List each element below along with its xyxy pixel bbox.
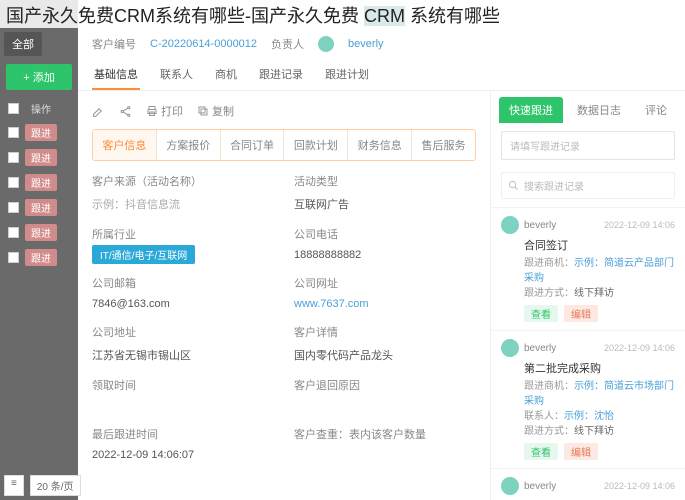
field-address: 公司地址江苏省无锡市锡山区 [92, 324, 274, 367]
log-title: 合同签订 [524, 237, 675, 253]
field-email: 公司邮箱7846@163.com [92, 275, 274, 314]
log-title: 第二批完成采购 [524, 360, 675, 376]
owner-avatar [318, 36, 334, 52]
list-header: 操作 [4, 98, 74, 119]
copy-button[interactable]: 复制 [197, 103, 234, 119]
detail-toolbar: 打印 复制 [92, 99, 476, 129]
detail-modal: 客户编号 C-20220614-0000012 负责人 beverly 基础信息… [78, 28, 685, 500]
owner-name[interactable]: beverly [348, 38, 383, 50]
field-activity-type: 活动类型互联网广告 [294, 173, 476, 216]
field-industry: 所属行业IT/通信/电子/互联网 [92, 226, 274, 265]
share-icon[interactable] [119, 105, 132, 118]
pager-size[interactable]: 20 条/页 [30, 475, 81, 496]
cust-no-value[interactable]: C-20220614-0000012 [150, 38, 257, 50]
sub-tabs: 客户信息 方案报价 合同订单 回款计划 财务信息 售后服务 [92, 129, 476, 161]
rtab-data-log[interactable]: 数据日志 [567, 97, 631, 123]
list-item[interactable]: 跟进 [4, 221, 74, 244]
detail-left-panel: 打印 复制 客户信息 方案报价 合同订单 回款计划 财务信息 售后服务 客户来源… [78, 91, 490, 500]
list-item[interactable]: 跟进 [4, 146, 74, 169]
list-item[interactable]: 跟进 [4, 246, 74, 269]
field-dup-check: 客户查重：表内该客户数量 [294, 426, 476, 465]
page-title-banner: 国产永久免费CRM系统有哪些-国产永久免费 CRM 系统有哪些 [0, 0, 685, 28]
subtab-contract[interactable]: 合同订单 [221, 130, 285, 160]
activity-panel: 快速跟进 数据日志 评论 请填写跟进记录 搜索跟进记录 beverly2022-… [490, 91, 685, 500]
view-button[interactable]: 查看 [524, 305, 558, 322]
field-source: 客户来源（活动名称）示例：抖音信息流 [92, 173, 274, 216]
tab-contacts[interactable]: 联系人 [158, 60, 195, 90]
tab-follow-plan[interactable]: 跟进计划 [323, 60, 371, 90]
print-button[interactable]: 打印 [146, 103, 183, 119]
rtab-comment[interactable]: 评论 [635, 97, 677, 123]
edit-button[interactable]: 编辑 [564, 305, 598, 322]
activity-tabs: 快速跟进 数据日志 评论 [491, 91, 685, 123]
rtab-quick-follow[interactable]: 快速跟进 [499, 97, 563, 123]
avatar [501, 477, 519, 495]
checkbox[interactable] [8, 227, 19, 238]
edit-icon[interactable] [92, 105, 105, 118]
avatar [501, 339, 519, 357]
copy-icon [197, 105, 209, 117]
tab-follow-record[interactable]: 跟进记录 [257, 60, 305, 90]
subtab-quote[interactable]: 方案报价 [157, 130, 221, 160]
subtab-finance[interactable]: 财务信息 [348, 130, 412, 160]
log-item: beverly2022-12-09 14:06 第二批完成采购 跟进商机：示例：… [491, 330, 685, 468]
list-item[interactable]: 跟进 [4, 171, 74, 194]
field-last-follow: 最后跟进时间2022-12-09 14:06:07 [92, 426, 274, 465]
checkbox[interactable] [8, 252, 19, 263]
log-item: beverly2022-12-09 14:06 合同签订 跟进商机：示例：简道云… [491, 207, 685, 330]
filter-all[interactable]: 全部 [4, 32, 42, 56]
modal-header: 客户编号 C-20220614-0000012 负责人 beverly [78, 28, 685, 60]
view-button[interactable]: 查看 [524, 443, 558, 460]
field-return-reason: 客户退回原因 [294, 377, 476, 416]
avatar [501, 216, 519, 234]
field-website: 公司网址www.7637.com [294, 275, 476, 314]
cust-no-label: 客户编号 [92, 36, 136, 52]
main-tabs: 基础信息 联系人 商机 跟进记录 跟进计划 [78, 60, 685, 91]
list-item[interactable]: 跟进 [4, 196, 74, 219]
field-claim-time: 领取时间 [92, 377, 274, 416]
search-icon [508, 180, 519, 191]
edit-button[interactable]: 编辑 [564, 443, 598, 460]
field-detail: 客户详情国内零代码产品龙头 [294, 324, 476, 367]
print-icon [146, 105, 158, 117]
add-button[interactable]: + 添加 [6, 64, 72, 90]
tab-basic-info[interactable]: 基础信息 [92, 60, 140, 90]
subtab-customer-info[interactable]: 客户信息 [93, 130, 157, 160]
checkbox[interactable] [8, 127, 19, 138]
follow-input[interactable]: 请填写跟进记录 [501, 131, 675, 160]
follow-search[interactable]: 搜索跟进记录 [501, 172, 675, 199]
customer-form: 客户来源（活动名称）示例：抖音信息流 活动类型互联网广告 所属行业IT/通信/电… [92, 173, 476, 465]
background-sidebar: 全部 + 添加 操作 跟进 跟进 跟进 跟进 跟进 跟进 [0, 0, 78, 500]
tab-opportunity[interactable]: 商机 [213, 60, 239, 90]
pager-menu-icon[interactable]: ≡ [4, 475, 24, 496]
list-item[interactable]: 跟进 [4, 121, 74, 144]
op-header: 操作 [31, 101, 51, 116]
log-item: beverly2022-12-09 14:06 第一批采购 [491, 468, 685, 500]
checkbox[interactable] [8, 202, 19, 213]
checkbox[interactable] [8, 177, 19, 188]
subtab-aftersale[interactable]: 售后服务 [412, 130, 475, 160]
checkbox-all[interactable] [8, 103, 19, 114]
owner-label: 负责人 [271, 36, 304, 52]
checkbox[interactable] [8, 152, 19, 163]
pager: ≡ 20 条/页 [4, 475, 81, 496]
subtab-payment[interactable]: 回款计划 [284, 130, 348, 160]
field-phone: 公司电话18888888882 [294, 226, 476, 265]
